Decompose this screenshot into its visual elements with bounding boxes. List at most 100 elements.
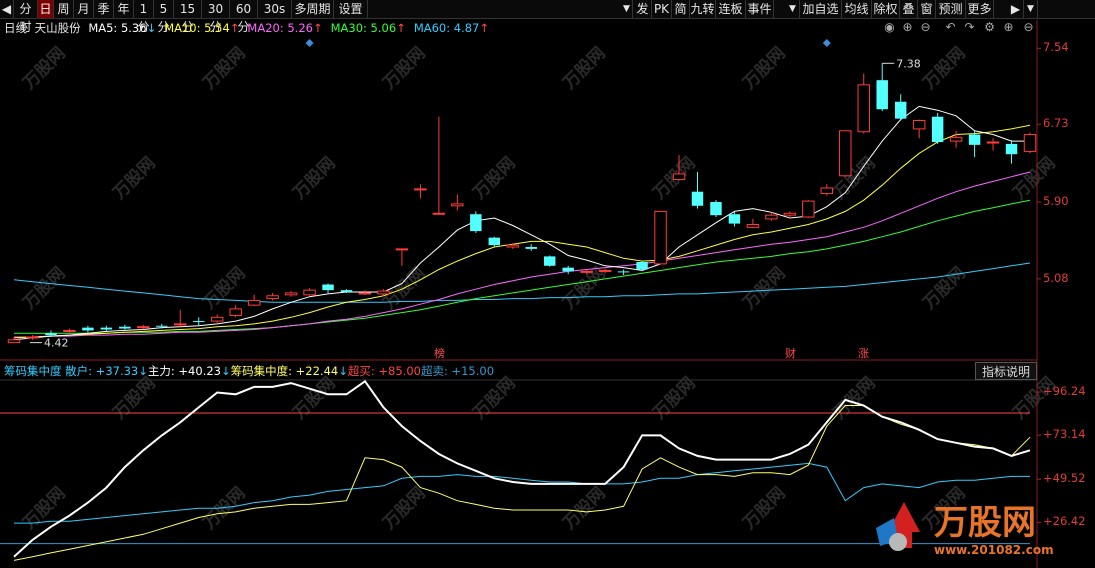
indicator-legend-label-2: 筹码集中度: +22.44	[230, 364, 339, 378]
candle-body	[210, 316, 224, 322]
candle-body	[525, 247, 537, 249]
candle-body	[543, 256, 556, 266]
candle-body	[783, 212, 797, 216]
candle-body	[710, 202, 722, 216]
candle-body	[414, 188, 427, 191]
indicator-legend-label-1: 主力: +40.23	[147, 364, 221, 378]
ma10-line	[13, 124, 1031, 339]
watermark-text: 万股网	[739, 43, 790, 94]
brand-logo: 万股网 www.201082.com	[874, 488, 1074, 562]
candle-body	[580, 270, 593, 273]
candle-body	[266, 295, 279, 300]
marker-zhang[interactable]: 涨	[858, 345, 869, 361]
watermark-text: 万股网	[19, 263, 70, 314]
candle-body	[45, 333, 57, 336]
candle-body	[912, 119, 926, 130]
candle-body	[802, 200, 815, 218]
watermark-text: 万股网	[919, 263, 970, 314]
watermark-text: 万股网	[739, 263, 790, 314]
candle-body	[358, 292, 372, 295]
indicator-legend-arrow-1: ↓	[220, 364, 231, 378]
indicator-legend-label-0: 散户: +37.33	[65, 364, 139, 378]
candle-body	[894, 101, 907, 119]
indicator-explain-button[interactable]: 指标说明	[975, 362, 1037, 380]
watermark-text: 万股网	[289, 153, 340, 204]
candle-body	[119, 326, 131, 329]
candle-body	[193, 321, 205, 323]
candle-body	[931, 116, 944, 143]
watermark-text: 万股网	[19, 483, 70, 534]
candle-body	[82, 327, 94, 331]
candle-body	[691, 191, 704, 206]
ma30-line	[14, 199, 1031, 334]
brand-logo-url: www.201082.com	[934, 543, 1054, 557]
candle-body	[322, 284, 334, 291]
candle-body	[506, 244, 519, 248]
candle-body	[395, 248, 409, 251]
candle-body	[247, 299, 261, 306]
watermark-text: 万股网	[109, 373, 160, 424]
candle-body	[857, 84, 870, 133]
candle-body	[598, 269, 612, 272]
watermark-text: 万股网	[379, 43, 430, 94]
watermark-text: 万股网	[379, 263, 430, 314]
price-axis-label: 5.90	[1043, 194, 1069, 209]
price-axis-label: 7.54	[1043, 40, 1069, 55]
candle-body	[968, 134, 981, 145]
indicator-legend-label-3: 超买: +85.00	[347, 364, 421, 378]
watermark-text: 万股网	[289, 373, 340, 424]
candle-body	[26, 336, 39, 339]
indicator-axis-label: +73.14	[1043, 427, 1086, 442]
brand-logo-text: 万股网	[934, 503, 1036, 543]
candle-body	[1005, 143, 1018, 155]
price-axis-label: 5.08	[1043, 270, 1069, 285]
indicator-legend-label-4: 超卖: +15.00	[420, 364, 495, 378]
indicator-legend-arrow-0: ↓	[138, 364, 148, 378]
indicator-legend-arrow-2: ↓	[338, 364, 348, 378]
candle-body	[986, 141, 1000, 144]
candle-body	[470, 214, 482, 232]
indicator-axis-label: +49.52	[1043, 471, 1086, 486]
watermark-text: 万股网	[199, 43, 250, 94]
high-label: 7.38	[896, 57, 921, 70]
ma5-line	[13, 105, 1030, 341]
marker-bang[interactable]: 榜	[434, 345, 445, 361]
candle-body	[617, 271, 630, 273]
indicator-legend-1: 主力: +40.23↓	[148, 364, 231, 378]
candle-body	[1023, 134, 1037, 152]
ma60-line	[13, 262, 1031, 303]
watermark-text: 万股网	[379, 483, 430, 534]
candle-body	[876, 80, 888, 110]
candle-body	[451, 203, 464, 207]
candle-body	[839, 130, 852, 177]
candle-body	[156, 325, 168, 327]
indicator-title[interactable]: 筹码集中度	[4, 364, 62, 378]
watermark-text: 万股网	[19, 43, 70, 94]
candle-body	[562, 267, 574, 272]
watermark-text: 万股网	[739, 483, 790, 534]
low-label: 4.42	[44, 337, 69, 350]
candle-body	[63, 329, 76, 332]
indicator-axis-label: +96.24	[1043, 384, 1086, 399]
candle-body	[377, 290, 390, 295]
ma20-line	[14, 171, 1031, 338]
candle-body	[229, 308, 242, 316]
watermark-text: 万股网	[469, 153, 520, 204]
candle-body	[654, 210, 667, 265]
diamond-marker	[305, 39, 314, 47]
candle-body	[432, 212, 446, 215]
candle-body	[174, 323, 187, 326]
marker-cai[interactable]: 财	[785, 345, 796, 361]
indicator-legend-4: 超卖: +15.00	[421, 364, 494, 378]
kline-chart[interactable]: 万股网 万股网 万股网 万股网 万股网 万股网万股网 万股网 万股网 万股网 万股网 万股网万股网万…	[0, 0, 1095, 568]
candle-body	[765, 214, 778, 220]
watermark-text: 万股网	[199, 263, 250, 314]
candle-body	[672, 173, 686, 181]
candle-body	[746, 224, 760, 228]
candle-body	[949, 136, 963, 142]
candle-body	[100, 327, 113, 330]
watermark-text: 万股网	[919, 43, 970, 94]
candle-body	[284, 292, 298, 296]
watermark-text: 万股网	[199, 483, 250, 534]
watermark-text: 万股网	[829, 153, 880, 204]
